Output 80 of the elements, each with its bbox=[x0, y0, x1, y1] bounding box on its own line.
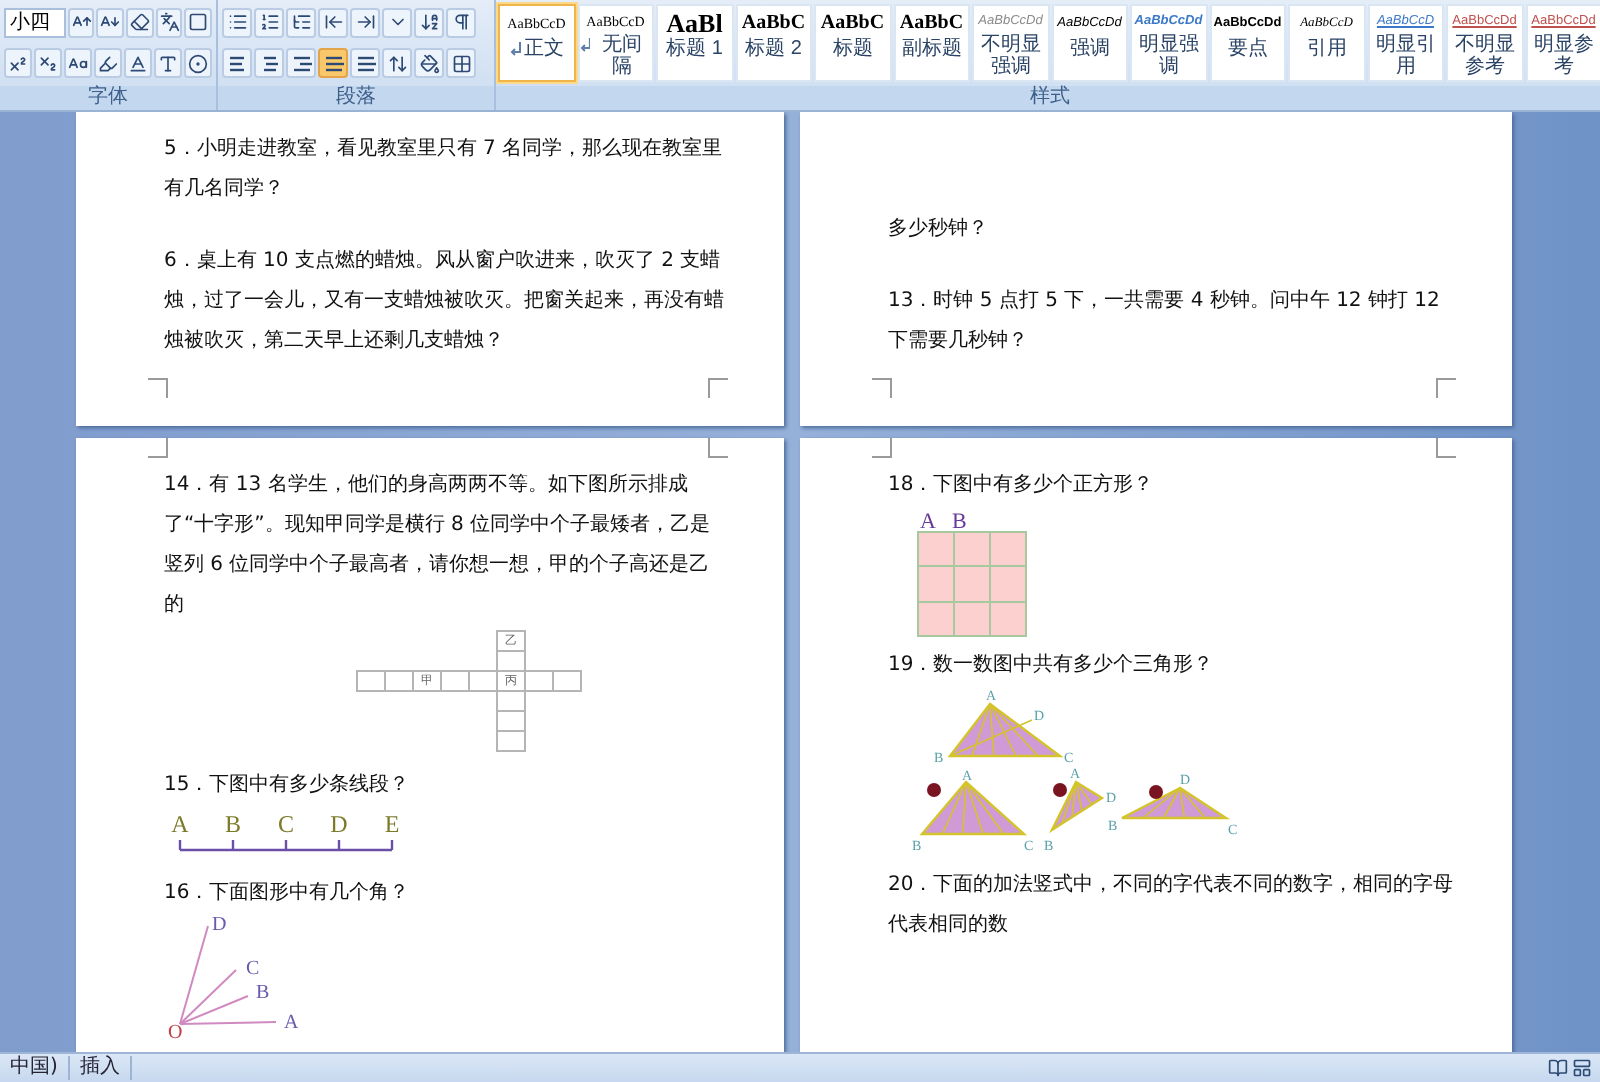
grow-font-icon[interactable] bbox=[67, 7, 95, 38]
line-spacing-icon[interactable] bbox=[382, 48, 412, 79]
justify-icon[interactable] bbox=[318, 48, 348, 79]
font-color-icon[interactable] bbox=[124, 48, 152, 79]
font-size-field[interactable]: 小四 bbox=[4, 7, 66, 38]
style-gallery-item[interactable]: AaBbC 标题 bbox=[814, 4, 891, 82]
crop-mark bbox=[148, 378, 168, 398]
point-label: A bbox=[171, 810, 189, 838]
language-status[interactable]: 中国) bbox=[0, 1056, 70, 1080]
align-left-icon[interactable] bbox=[222, 48, 252, 79]
numbering-icon[interactable] bbox=[254, 7, 284, 38]
style-gallery-item[interactable]: AaBl 标题 1 bbox=[656, 4, 733, 82]
point-label: D bbox=[212, 914, 227, 936]
character-border-icon[interactable] bbox=[184, 7, 212, 38]
crop-mark bbox=[1436, 438, 1456, 458]
subscript-icon[interactable] bbox=[34, 48, 62, 79]
point-label: C bbox=[246, 958, 260, 980]
point-label: B bbox=[256, 982, 270, 1004]
crop-mark bbox=[872, 378, 892, 398]
borders-icon[interactable] bbox=[446, 48, 476, 79]
grid-cell bbox=[384, 670, 414, 692]
clear-format-icon[interactable] bbox=[126, 7, 154, 38]
style-gallery-item[interactable]: AaBbC 副标题 bbox=[893, 4, 970, 82]
multilevel-list-icon[interactable] bbox=[286, 7, 316, 38]
point-label: B bbox=[225, 810, 241, 838]
distribute-icon[interactable] bbox=[350, 48, 380, 79]
question-text: 13．时钟 5 点打 5 下，一共需要 4 秒钟。问中午 12 钟打 12 下需要几秒钟？ bbox=[888, 287, 1442, 356]
grid-cell bbox=[552, 670, 582, 692]
bullets-icon[interactable] bbox=[222, 7, 252, 38]
question-text: 5．小明走进教室，看见教室里只有 7 名同学，那么现在教室里有几名同学？ bbox=[164, 135, 725, 204]
question-text: 6．桌上有 10 支点燃的蜡烛。风从窗户吹进来，吹灭了 2 支蜡烛，过了一会儿，又有一支蜡烛被吹灭。把窗关起来，再没有蜡烛被吹灭，第二天早上还剩几支蜡烛？ bbox=[164, 247, 726, 356]
group-label: 字体 bbox=[0, 86, 216, 110]
character-shading-icon[interactable] bbox=[154, 48, 182, 79]
question-text: 20．下面的加法竖式中，不同的字代表不同的数字，相同的字母代表相同的数 bbox=[888, 871, 1456, 940]
question-text: 15．下图中有多少条线段？ bbox=[164, 771, 412, 800]
point-label: D bbox=[330, 810, 348, 838]
superscript-icon[interactable] bbox=[4, 48, 32, 79]
change-case-icon[interactable] bbox=[64, 48, 92, 79]
point-label: A bbox=[284, 1012, 299, 1034]
question-text: 18．下图中有多少个正方形？ bbox=[888, 471, 1156, 500]
align-center-icon[interactable] bbox=[254, 48, 284, 79]
insert-mode-status[interactable]: 插入 bbox=[69, 1056, 132, 1080]
enclosed-character-icon[interactable] bbox=[184, 48, 212, 79]
increase-indent-icon[interactable] bbox=[350, 7, 380, 38]
point-label: B bbox=[952, 510, 967, 534]
decrease-indent-icon[interactable] bbox=[318, 7, 348, 38]
grid-cell bbox=[496, 690, 526, 712]
question-text: 14．有 13 名学生，他们的身高两两不等。如下图所示排成了“十字形”。现知甲同学是横行 8 位同学中个子最矮者，乙是竖列 6 位同学中个子最高者，请你想一想，甲的个子高还是乙的 bbox=[164, 471, 713, 620]
sort-icon[interactable] bbox=[414, 7, 444, 38]
highlighter-icon[interactable] bbox=[94, 48, 122, 79]
group-label: 样式 bbox=[496, 86, 1600, 110]
shading-icon[interactable] bbox=[414, 48, 444, 79]
crop-mark bbox=[1436, 378, 1456, 398]
reading-view-icon[interactable] bbox=[1548, 1058, 1568, 1078]
grid-cell bbox=[468, 670, 498, 692]
phonetic-guide-icon[interactable] bbox=[155, 7, 183, 38]
point-label: E bbox=[384, 810, 400, 838]
grid-cell bbox=[496, 730, 526, 752]
question-text: 19．数一数图中共有多少个三角形？ bbox=[888, 651, 1216, 680]
grid-cell bbox=[440, 670, 470, 692]
align-right-icon[interactable] bbox=[286, 48, 316, 79]
style-gallery-item[interactable]: AaBbC 标题 2 bbox=[735, 4, 812, 82]
print-layout-icon[interactable] bbox=[1572, 1058, 1592, 1078]
grid-cell bbox=[524, 670, 554, 692]
grid-cell bbox=[496, 710, 526, 732]
point-label: O bbox=[168, 1022, 183, 1042]
paragraph-mark-icon[interactable] bbox=[446, 7, 476, 38]
crop-mark bbox=[148, 438, 168, 458]
group-label: 段落 bbox=[218, 86, 494, 110]
grid-cell bbox=[496, 650, 526, 672]
point-label: A bbox=[920, 510, 936, 534]
shrink-font-icon[interactable] bbox=[96, 7, 125, 38]
crop-mark bbox=[872, 438, 892, 458]
question-text: 16．下面图形中有几个角？ bbox=[164, 879, 412, 908]
square-grid-drawing bbox=[917, 531, 1027, 637]
question-text: 多少秒钟？ bbox=[888, 215, 990, 244]
grid-cell bbox=[356, 670, 386, 692]
crop-mark bbox=[708, 378, 728, 398]
crop-mark bbox=[708, 438, 728, 458]
point-label: C bbox=[278, 810, 294, 838]
